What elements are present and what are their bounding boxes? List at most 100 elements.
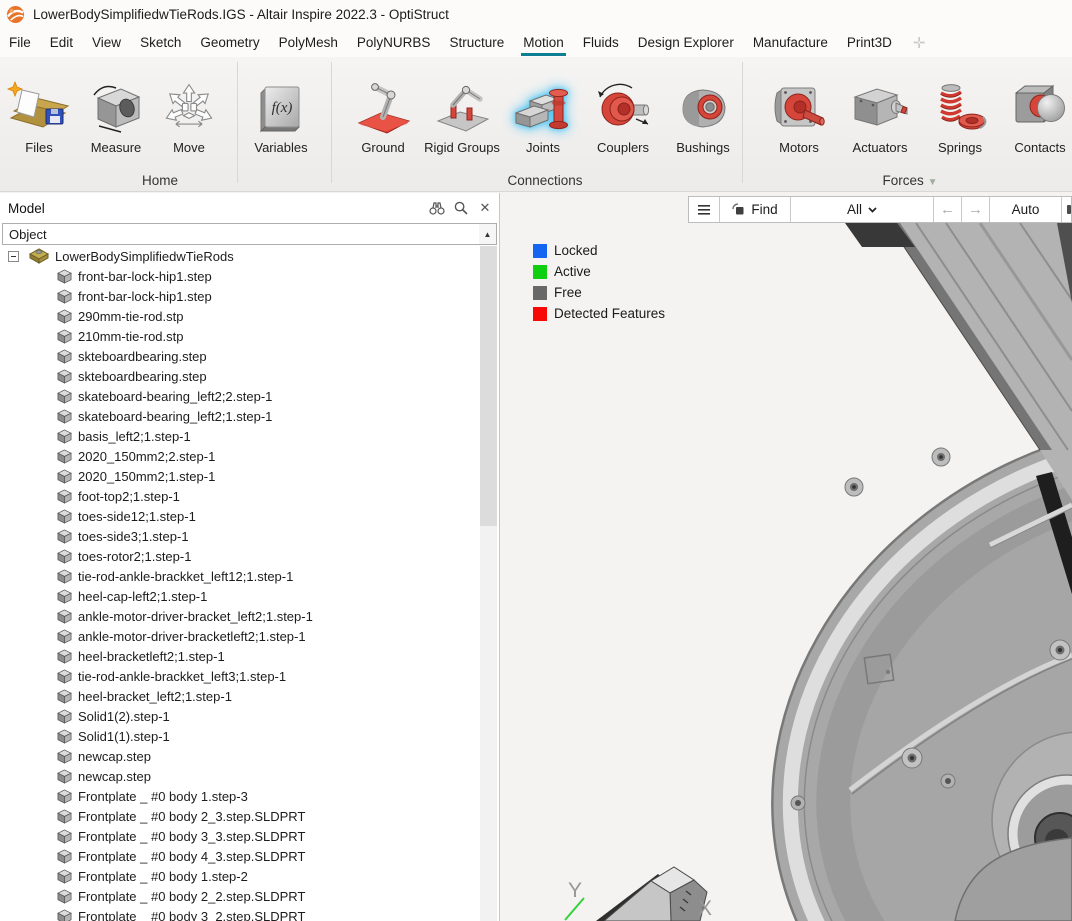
search-icon[interactable]	[453, 200, 469, 216]
part-cube-icon	[57, 429, 72, 444]
tree-item[interactable]: Solid1(1).step-1	[0, 726, 480, 746]
tree-item[interactable]: Frontplate _ #0 body 3_2.step.SLDPRT	[0, 906, 480, 921]
legend-color-swatch	[533, 244, 547, 258]
part-cube-icon	[57, 409, 72, 424]
part-cube-icon	[57, 829, 72, 844]
tree-item[interactable]: heel-bracketleft2;1.step-1	[0, 646, 480, 666]
tree-item[interactable]: front-bar-lock-hip1.step	[0, 286, 480, 306]
menu-view[interactable]: View	[92, 35, 121, 50]
tool-variables[interactable]: f(x) Variables	[241, 63, 321, 155]
tree-item[interactable]: ankle-motor-driver-bracketleft2;1.step-1	[0, 626, 480, 646]
tree-item[interactable]: newcap.step	[0, 746, 480, 766]
menu-structure[interactable]: Structure	[449, 35, 504, 50]
tool-contacts[interactable]: Contacts	[1002, 63, 1072, 155]
scrollbar-thumb[interactable]	[480, 246, 497, 526]
menu-polynurbs[interactable]: PolyNURBS	[357, 35, 431, 50]
menu-sketch[interactable]: Sketch	[140, 35, 181, 50]
tool-joints[interactable]: Joints	[505, 63, 581, 155]
tree-item-label: heel-bracketleft2;1.step-1	[78, 649, 225, 664]
ribbon-group-connections: Connections	[380, 173, 710, 188]
tree-item[interactable]: skateboard-bearing_left2;1.step-1	[0, 406, 480, 426]
menu-motion[interactable]: Motion	[523, 35, 564, 50]
tree-item[interactable]: Frontplate _ #0 body 3_3.step.SLDPRT	[0, 826, 480, 846]
find-prev-button[interactable]: ←	[933, 197, 961, 222]
tree-root-item[interactable]: LowerBodySimplifiedwTieRods	[0, 246, 480, 266]
tree-item[interactable]: skateboard-bearing_left2;2.step-1	[0, 386, 480, 406]
tree-item-label: heel-cap-left2;1.step-1	[78, 589, 207, 604]
tree-scrollbar[interactable]	[480, 246, 497, 921]
tree-item-label: skteboardbearing.step	[78, 349, 207, 364]
hamburger-icon	[698, 205, 710, 215]
tool-files[interactable]: Files	[1, 63, 77, 155]
tree-item-label: newcap.step	[78, 749, 151, 764]
tool-actuators[interactable]: Actuators	[842, 63, 918, 155]
binoculars-icon[interactable]	[429, 200, 445, 216]
ribbon-group-forces[interactable]: Forces ▼	[790, 173, 1030, 188]
menu-fluids[interactable]: Fluids	[583, 35, 619, 50]
menu-geometry[interactable]: Geometry	[200, 35, 259, 50]
tool-measure[interactable]: Measure	[78, 63, 154, 155]
bushings-icon	[673, 81, 733, 137]
tool-motors[interactable]: Motors	[761, 63, 837, 155]
tree-item[interactable]: basis_left2;1.step-1	[0, 426, 480, 446]
tree-item[interactable]: skteboardbearing.step	[0, 346, 480, 366]
tree-item[interactable]: newcap.step	[0, 766, 480, 786]
tool-ground[interactable]: Ground	[345, 63, 421, 155]
tree-item[interactable]: heel-cap-left2;1.step-1	[0, 586, 480, 606]
model-panel-title: Model	[8, 201, 45, 216]
menu-polymesh[interactable]: PolyMesh	[279, 35, 338, 50]
find-feature-icon	[732, 203, 745, 216]
tree-item[interactable]: 2020_150mm2;1.step-1	[0, 466, 480, 486]
tree-item[interactable]: toes-side12;1.step-1	[0, 506, 480, 526]
tree-item[interactable]: Frontplate _ #0 body 2_2.step.SLDPRT	[0, 886, 480, 906]
tree-item[interactable]: Frontplate _ #0 body 4_3.step.SLDPRT	[0, 846, 480, 866]
tool-label: Joints	[505, 140, 581, 155]
ribbon-separator	[331, 62, 332, 183]
tree-item[interactable]: ankle-motor-driver-bracket_left2;1.step-…	[0, 606, 480, 626]
tree-item[interactable]: toes-side3;1.step-1	[0, 526, 480, 546]
scroll-up-icon[interactable]: ▲	[479, 224, 496, 244]
forces-dropdown-icon[interactable]: ▼	[928, 177, 938, 188]
tree-item[interactable]: 2020_150mm2;2.step-1	[0, 446, 480, 466]
tree-item[interactable]: skteboardbearing.step	[0, 366, 480, 386]
tree-item[interactable]: toes-rotor2;1.step-1	[0, 546, 480, 566]
add-ribbon-tab-icon[interactable]: ✛	[913, 34, 926, 52]
joints-icon	[512, 81, 574, 137]
tree-item[interactable]: heel-bracket_left2;1.step-1	[0, 686, 480, 706]
tool-move[interactable]: Move	[151, 63, 227, 155]
tool-bushings[interactable]: Bushings	[665, 63, 741, 155]
tool-couplers[interactable]: Couplers	[585, 63, 661, 155]
tree-item[interactable]: Frontplate _ #0 body 2_3.step.SLDPRT	[0, 806, 480, 826]
part-cube-icon	[57, 889, 72, 904]
menu-edit[interactable]: Edit	[50, 35, 73, 50]
tool-rigid-groups[interactable]: Rigid Groups	[416, 63, 508, 155]
tree-item[interactable]: Frontplate _ #0 body 1.step-2	[0, 866, 480, 886]
find-partial-button[interactable]	[1061, 197, 1071, 222]
tool-springs[interactable]: Springs	[922, 63, 998, 155]
tree-item[interactable]: Frontplate _ #0 body 1.step-3	[0, 786, 480, 806]
tree-item[interactable]: front-bar-lock-hip1.step	[0, 266, 480, 286]
part-cube-icon	[57, 389, 72, 404]
menu-manufacture[interactable]: Manufacture	[753, 35, 828, 50]
tree-item[interactable]: tie-rod-ankle-brackket_left12;1.step-1	[0, 566, 480, 586]
find-button[interactable]: Find	[719, 197, 790, 222]
tree-item[interactable]: 210mm-tie-rod.stp	[0, 326, 480, 346]
tree-item[interactable]: Solid1(2).step-1	[0, 706, 480, 726]
close-panel-icon[interactable]: ✕	[477, 200, 493, 216]
tool-label: Actuators	[842, 140, 918, 155]
tree-item[interactable]: tie-rod-ankle-brackket_left3;1.step-1	[0, 666, 480, 686]
find-auto-button[interactable]: Auto	[989, 197, 1061, 222]
collapse-icon[interactable]	[8, 251, 19, 262]
tree-item[interactable]: 290mm-tie-rod.stp	[0, 306, 480, 326]
part-cube-icon	[57, 909, 72, 921]
part-cube-icon	[57, 649, 72, 664]
find-menu-button[interactable]	[689, 197, 719, 222]
legend-item: Detected Features	[533, 303, 665, 324]
tree-item[interactable]: foot-top2;1.step-1	[0, 486, 480, 506]
find-next-button[interactable]: →	[961, 197, 989, 222]
menu-bar: File Edit View Sketch Geometry PolyMesh …	[0, 28, 1072, 57]
menu-design-explorer[interactable]: Design Explorer	[638, 35, 734, 50]
menu-print3d[interactable]: Print3D	[847, 35, 892, 50]
find-scope-dropdown[interactable]: All	[790, 197, 933, 222]
menu-file[interactable]: File	[9, 35, 31, 50]
